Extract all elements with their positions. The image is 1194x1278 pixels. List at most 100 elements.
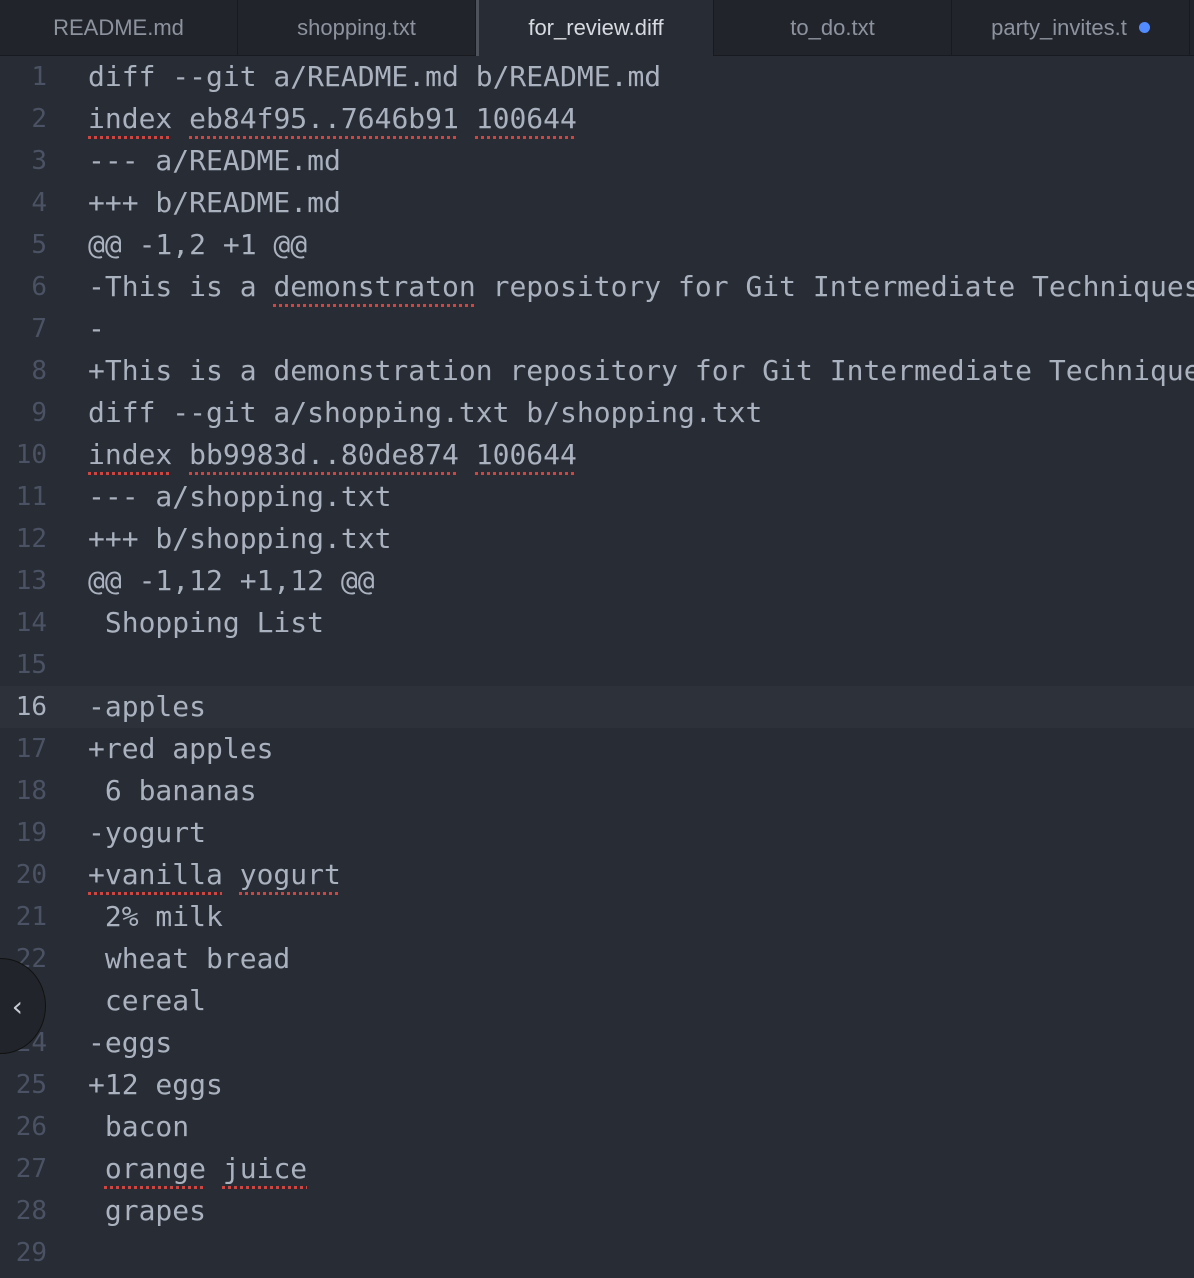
line-text: @@ -1,12 +1,12 @@: [88, 560, 375, 602]
code-line[interactable]: 21 2% milk: [0, 896, 1194, 938]
code-line[interactable]: 7-: [0, 308, 1194, 350]
tab-label: to_do.txt: [790, 14, 875, 40]
line-text: -: [88, 308, 105, 350]
code-line[interactable]: 22 wheat bread: [0, 938, 1194, 980]
code-line[interactable]: 24 -eggs: [0, 1022, 1194, 1064]
code-line[interactable]: 6 -This is a demonstraton repository for …: [0, 266, 1194, 308]
tab-party-invites-t[interactable]: party_invites.t: [952, 0, 1190, 55]
text-segment: +red apples: [88, 732, 274, 765]
line-number: 11: [15, 482, 47, 512]
text-segment: @@ -1,2 +1 @@: [88, 228, 308, 261]
line-number: 17: [15, 734, 47, 764]
code-line[interactable]: 10 index bb9983d..80de874 100644: [0, 434, 1194, 476]
line-text: Shopping List: [88, 602, 324, 644]
text-segment: [88, 1152, 105, 1185]
code-line[interactable]: 13 @@ -1,12 +1,12 @@: [0, 560, 1194, 602]
misspelled-word: eb84f95..7646b91: [189, 102, 459, 135]
text-segment: [223, 858, 240, 891]
tab-for-review-diff[interactable]: for_review.diff: [476, 0, 714, 56]
text-segment: +++ b/shopping.txt: [88, 522, 392, 555]
line-text: +This is a demonstration repository for …: [88, 350, 1194, 392]
text-segment: --- a/README.md: [88, 144, 341, 177]
line-number: 9: [31, 398, 47, 428]
code-line[interactable]: 3 --- a/README.md: [0, 140, 1194, 182]
text-segment: 2% milk: [88, 900, 223, 933]
line-number: 16: [15, 692, 47, 722]
line-number: 21: [15, 902, 47, 932]
modified-indicator-icon: [1138, 22, 1150, 33]
code-line[interactable]: 26 bacon: [0, 1106, 1194, 1148]
text-segment: +12 eggs: [88, 1068, 223, 1101]
line-number: 28: [15, 1196, 47, 1226]
code-line[interactable]: 19 -yogurt: [0, 812, 1194, 854]
code-line[interactable]: 9 diff --git a/shopping.txt b/shopping.tx…: [0, 392, 1194, 434]
text-segment: [172, 438, 189, 471]
code-editor[interactable]: 1 diff --git a/README.md b/README.md 2 inde…: [0, 56, 1194, 1278]
text-segment: [459, 438, 476, 471]
text-segment: +This is a demonstration repository for …: [88, 354, 1194, 387]
tab-label: README.md: [53, 14, 184, 40]
code-line[interactable]: 20 +vanilla yogurt: [0, 854, 1194, 896]
misspelled-word: 100644: [475, 438, 577, 471]
code-line[interactable]: 4 +++ b/README.md: [0, 182, 1194, 224]
line-text: +red apples: [88, 728, 273, 770]
text-segment: -: [88, 312, 105, 345]
code-line[interactable]: 29: [0, 1232, 1194, 1274]
line-text: diff --git a/README.md b/README.md: [88, 56, 661, 98]
code-line[interactable]: 11 --- a/shopping.txt: [0, 476, 1194, 518]
code-line[interactable]: 25 +12 eggs: [0, 1064, 1194, 1106]
line-number: 27: [15, 1154, 47, 1184]
tab-readme-md[interactable]: README.md: [0, 0, 238, 55]
misspelled-word: bb9983d..80de874: [189, 438, 459, 471]
line-text: diff --git a/shopping.txt b/shopping.txt: [88, 392, 762, 434]
code-line[interactable]: 14 Shopping List: [0, 602, 1194, 644]
line-number: 12: [15, 524, 47, 554]
misspelled-word: demonstraton: [273, 270, 476, 303]
line-text: --- a/shopping.txt: [88, 476, 391, 518]
tab-bar: README.md shopping.txt for_review.diff to_d…: [0, 0, 1194, 56]
text-segment: --- a/shopping.txt: [88, 480, 392, 513]
text-segment: +++ b/README.md: [88, 186, 341, 219]
line-text: +12 eggs: [88, 1064, 223, 1106]
text-segment: wheat bread: [88, 942, 291, 975]
code-line[interactable]: 23 cereal: [0, 980, 1194, 1022]
line-text: wheat bread: [88, 938, 290, 980]
line-number: 19: [15, 818, 47, 848]
line-number: 13: [15, 566, 47, 596]
line-number: 14: [15, 608, 47, 638]
misspelled-word: yogurt: [239, 858, 341, 891]
code-line[interactable]: 28 grapes: [0, 1190, 1194, 1232]
code-line[interactable]: 2 index eb84f95..7646b91 100644: [0, 98, 1194, 140]
misspelled-word: index: [88, 102, 173, 135]
text-segment: Shopping List: [88, 606, 325, 639]
code-line[interactable]: 1 diff --git a/README.md b/README.md: [0, 56, 1194, 98]
tab-shopping-txt[interactable]: shopping.txt: [238, 0, 476, 55]
code-line[interactable]: 18 6 bananas: [0, 770, 1194, 812]
line-text: @@ -1,2 +1 @@: [88, 224, 307, 266]
code-line[interactable]: 16 -apples: [0, 686, 1194, 728]
line-text: orange juice: [88, 1148, 307, 1190]
line-text: index eb84f95..7646b91 100644: [88, 98, 577, 140]
line-number: 18: [15, 776, 47, 806]
line-text: -This is a demonstraton repository for G…: [88, 266, 1194, 308]
line-number: 3: [31, 146, 47, 176]
line-number: 26: [15, 1112, 47, 1142]
code-line[interactable]: 17 +red apples: [0, 728, 1194, 770]
line-number: 2: [31, 104, 47, 134]
text-segment: -eggs: [88, 1026, 173, 1059]
code-line[interactable]: 12 +++ b/shopping.txt: [0, 518, 1194, 560]
line-number: 15: [15, 650, 47, 680]
line-text: +++ b/shopping.txt: [88, 518, 391, 560]
text-segment: [206, 1152, 223, 1185]
code-line[interactable]: 5 @@ -1,2 +1 @@: [0, 224, 1194, 266]
text-segment: [459, 102, 476, 135]
line-text: +vanilla yogurt: [88, 854, 341, 896]
tab-to-do-txt[interactable]: to_do.txt: [714, 0, 952, 55]
text-segment: @@ -1,12 +1,12 @@: [88, 564, 375, 597]
text-segment: diff --git a/README.md b/README.md: [88, 60, 662, 93]
misspelled-word: juice: [222, 1152, 308, 1185]
text-segment: 6 bananas: [88, 774, 257, 807]
code-line[interactable]: 8 +This is a demonstration repository for…: [0, 350, 1194, 392]
code-line[interactable]: 15: [0, 644, 1194, 686]
code-line[interactable]: 27 orange juice: [0, 1148, 1194, 1190]
